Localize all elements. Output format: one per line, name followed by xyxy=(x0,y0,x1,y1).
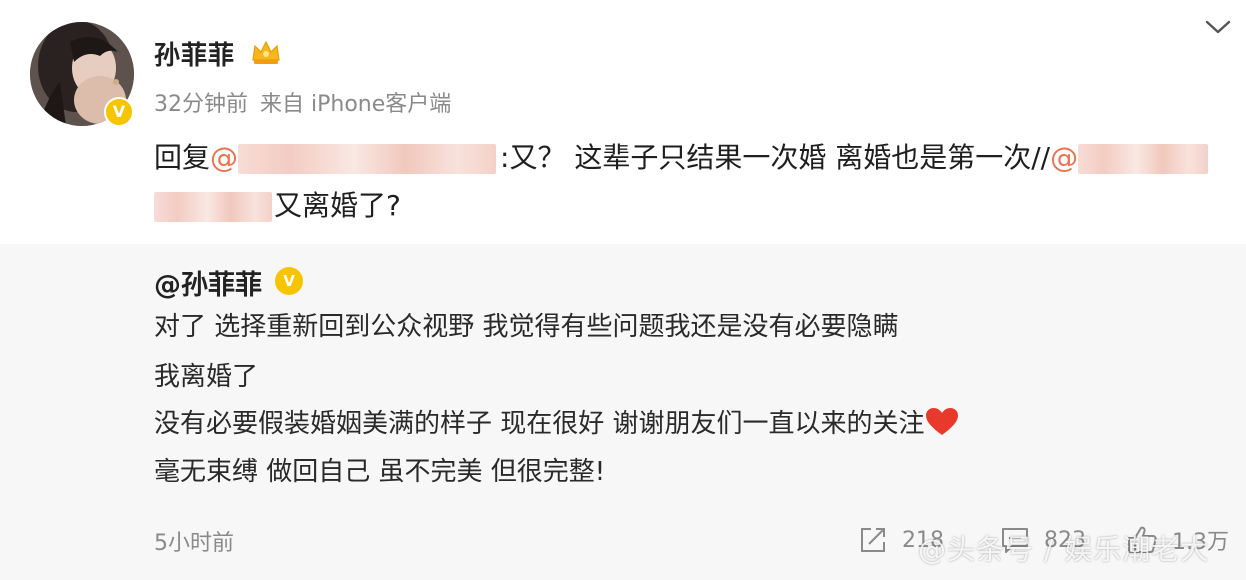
reply-text-line-1: 回复@:又？ 这辈子只结果一次婚 离婚也是第一次//@ xyxy=(154,138,1209,178)
post-meta: 32分钟前 来自 iPhone客户端 xyxy=(154,86,451,118)
post-time: 32分钟前 xyxy=(154,92,248,117)
mention-link[interactable]: @ xyxy=(210,141,238,174)
quoted-username[interactable]: @孙菲菲 xyxy=(154,263,262,302)
verified-icon: V xyxy=(275,267,303,295)
post-header: V 孙菲菲 32分钟前 来自 iPhone客户端 回复@:又？ 这辈子只结果一次婚… xyxy=(0,0,1246,244)
heart-icon xyxy=(925,408,958,435)
username[interactable]: 孙菲菲 xyxy=(154,35,235,72)
chevron-down-icon[interactable] xyxy=(1204,17,1232,37)
reply-body: :又？ 这辈子只结果一次婚 离婚也是第一次// xyxy=(500,141,1051,174)
quoted-time: 5小时前 xyxy=(154,531,234,556)
quoted-text-line: 我离婚了 xyxy=(154,362,259,392)
mention-link[interactable]: @ xyxy=(1050,141,1078,174)
verified-icon: V xyxy=(104,97,134,127)
reply-prefix: 回复 xyxy=(154,141,211,174)
post-source[interactable]: 来自 iPhone客户端 xyxy=(260,92,451,117)
watermark: @头条号 / 娱乐潮老大 xyxy=(918,533,1210,566)
quoted-text-line: 毫无束缚 做回自己 虽不完美 但很完整! xyxy=(154,457,606,487)
blurred-username xyxy=(1078,144,1209,174)
reply-text-line-2: 又离婚了? xyxy=(154,186,401,226)
crown-icon xyxy=(252,40,280,64)
share-icon xyxy=(861,528,885,552)
reply-tail: 又离婚了? xyxy=(274,189,401,222)
quoted-text: 没有必要假装婚姻美满的样子 现在很好 谢谢朋友们一直以来的关注 xyxy=(154,409,925,439)
blurred-username xyxy=(154,192,272,222)
quoted-text-line: 对了 选择重新回到公众视野 我觉得有些问题我还是没有必要隐瞒 xyxy=(154,312,899,342)
blurred-username xyxy=(238,144,497,174)
quoted-text-line: 没有必要假装婚姻美满的样子 现在很好 谢谢朋友们一直以来的关注 xyxy=(154,406,959,442)
